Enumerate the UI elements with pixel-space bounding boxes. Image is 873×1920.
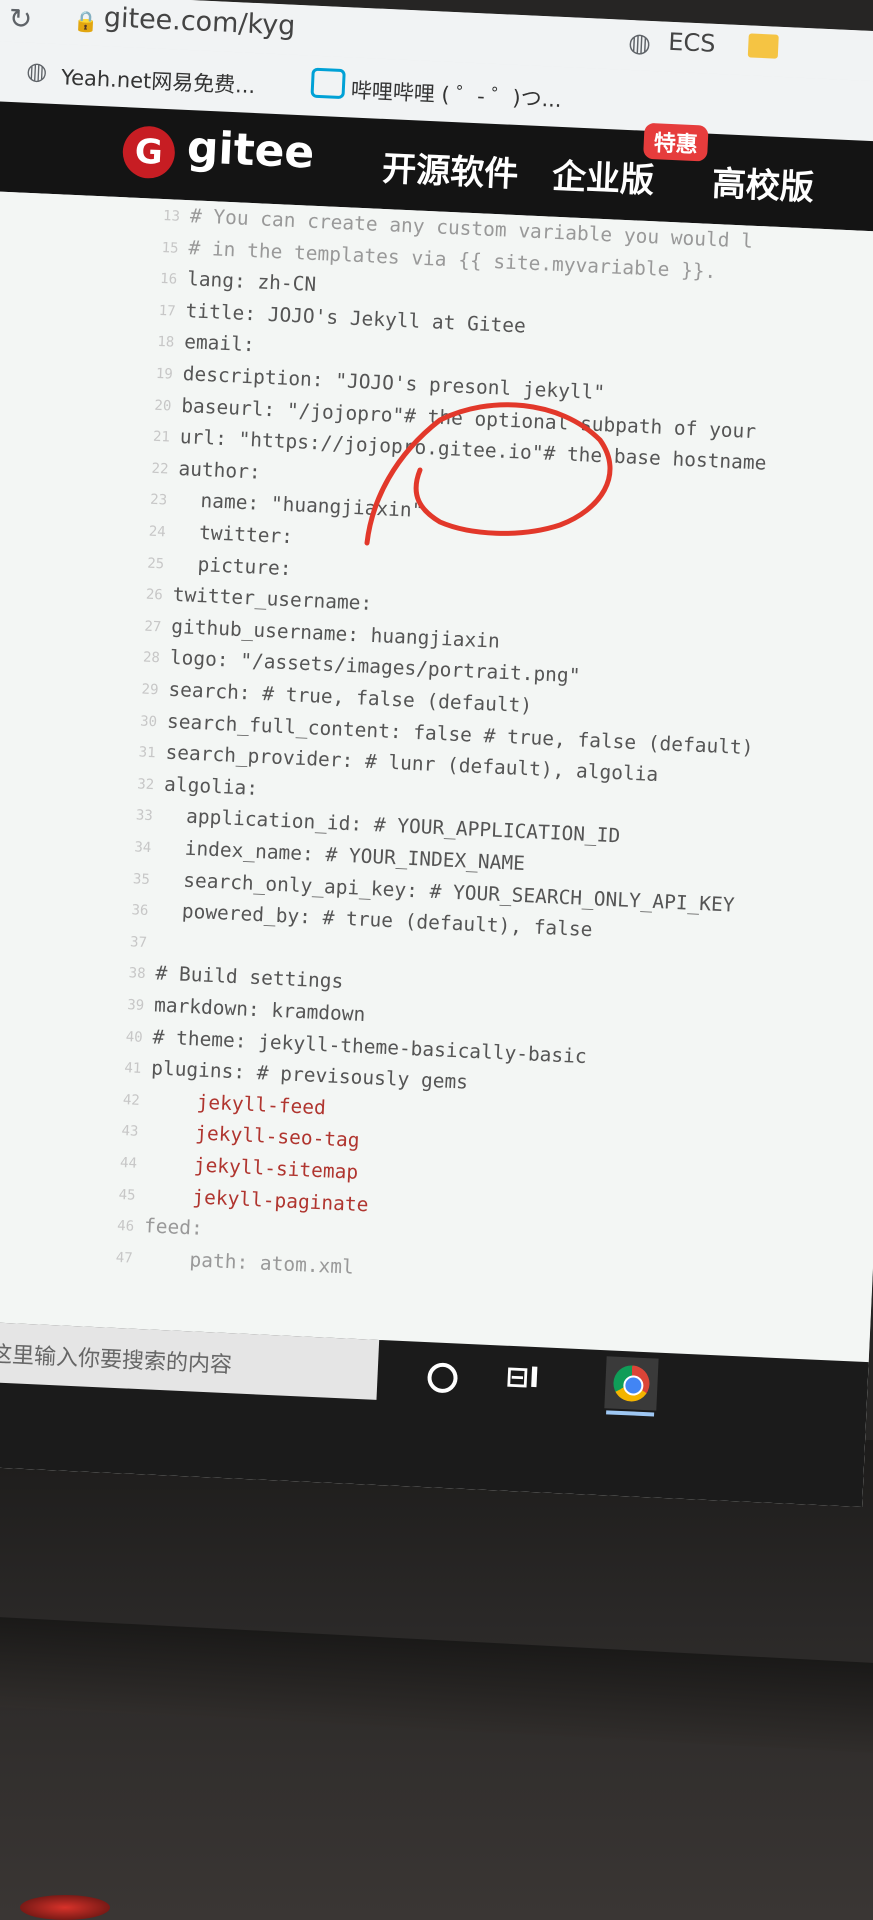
code-text: jekyll-sitemap <box>146 1151 359 1184</box>
bookmark-ecs[interactable]: ECS <box>668 28 716 58</box>
code-text: jekyll-seo-tag <box>147 1119 361 1153</box>
chrome-icon <box>612 1364 651 1403</box>
globe-icon: ◍ <box>627 27 652 59</box>
folder-icon[interactable] <box>747 33 779 59</box>
line-number: 36 <box>131 902 149 920</box>
red-light-reflection <box>20 1895 110 1920</box>
line-number: 38 <box>128 965 146 983</box>
reload-icon[interactable]: ↻ <box>8 2 33 36</box>
cortana-icon[interactable] <box>426 1362 459 1394</box>
line-number: 30 <box>139 713 158 730</box>
lock-icon: 🔒 <box>73 8 100 34</box>
line-number: 28 <box>142 649 161 667</box>
line-number: 21 <box>152 428 171 446</box>
nav-enterprise[interactable]: 企业版 <box>551 149 655 203</box>
code-text: jekyll-paginate <box>145 1182 369 1216</box>
code-editor: 13 # You can create any custom variable y… <box>0 189 873 1363</box>
line-number: 15 <box>161 239 179 257</box>
promo-badge: 特惠 <box>643 122 709 162</box>
code-text: # Build settings <box>155 961 344 994</box>
code-text: feed: <box>143 1214 204 1241</box>
line-number: 35 <box>132 870 151 888</box>
code-text: markdown: kramdown <box>153 993 366 1026</box>
code-text: path: atom.xml <box>142 1245 355 1279</box>
bilibili-icon <box>310 67 346 100</box>
line-number: 13 <box>162 207 181 225</box>
code-text: lang: zh-CN <box>186 267 317 297</box>
line-number: 45 <box>118 1186 136 1204</box>
globe-icon: ◍ <box>25 56 48 86</box>
code-text: algolia: <box>163 772 259 800</box>
line-number: 18 <box>156 334 175 352</box>
line-number: 33 <box>135 807 154 825</box>
code-text: twitter_username: <box>172 583 373 616</box>
monitor-screen: ↻ 🔒 gitee.com/kyg ◍ ECS 试 ◍ Yeah.net网易免费… <box>0 0 873 1508</box>
code-text: plugins: # previsously gems <box>150 1056 469 1094</box>
line-number: 46 <box>116 1218 135 1235</box>
line-number: 25 <box>146 555 165 572</box>
line-number: 40 <box>125 1028 144 1046</box>
line-number: 23 <box>149 492 168 509</box>
line-number: 47 <box>115 1249 133 1267</box>
line-number: 19 <box>155 365 174 383</box>
code-text: github_username: huangjiaxin <box>170 614 501 653</box>
line-number: 43 <box>121 1123 139 1141</box>
line-number: 41 <box>124 1060 142 1078</box>
line-number: 42 <box>122 1091 141 1109</box>
line-number: 39 <box>126 997 145 1014</box>
chrome-taskbar-button[interactable] <box>604 1356 659 1411</box>
code-text: jekyll-feed <box>149 1088 327 1120</box>
line-number: 24 <box>148 523 166 541</box>
code-text: twitter: <box>175 519 294 549</box>
gitee-brand[interactable]: gitee <box>186 122 315 179</box>
nav-open-source[interactable]: 开源软件 <box>381 141 519 196</box>
line-number: 32 <box>136 776 155 793</box>
code-text: author: <box>177 456 262 484</box>
line-number: 37 <box>129 934 148 951</box>
gitee-logo-icon[interactable]: G <box>121 125 176 180</box>
line-number: 17 <box>158 302 176 320</box>
line-number: 29 <box>141 681 159 699</box>
code-text: title: JOJO's Jekyll at Gitee <box>185 298 527 338</box>
bookmark-bilibili[interactable]: 哔哩哔哩 ( ゜- ゜)つ... <box>350 74 562 114</box>
bookmark-yeah-net[interactable]: Yeah.net网易免费... <box>61 61 256 100</box>
line-number: 34 <box>134 839 152 857</box>
nav-education[interactable]: 高校版 <box>711 156 815 210</box>
url-field[interactable]: gitee.com/kyg <box>103 2 296 42</box>
task-view-icon[interactable]: ⊟I <box>505 1360 540 1395</box>
code-text: name: "huangjiaxin" <box>176 488 424 523</box>
line-number: 20 <box>154 397 172 415</box>
code-text: email: <box>183 330 256 357</box>
active-app-indicator <box>606 1410 655 1417</box>
code-text: picture: <box>173 551 293 580</box>
search-placeholder: 在这里输入你要搜索的内容 <box>0 1341 233 1379</box>
line-number: 44 <box>119 1155 138 1172</box>
line-number: 16 <box>159 271 178 288</box>
line-number: 22 <box>151 460 169 478</box>
line-number: 31 <box>138 744 156 762</box>
line-number: 26 <box>145 586 164 604</box>
line-number: 27 <box>144 618 162 636</box>
